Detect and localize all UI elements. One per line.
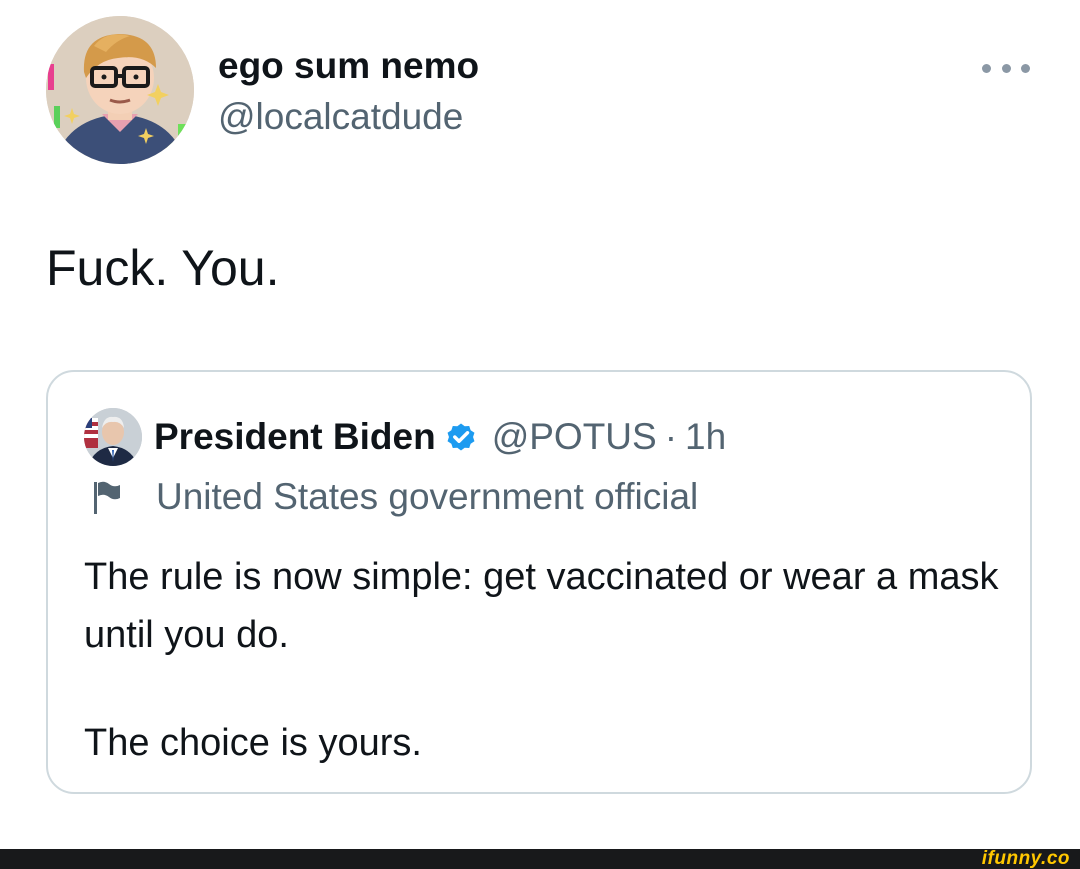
government-label-text: United States government official — [156, 476, 699, 517]
more-options-icon[interactable] — [982, 56, 1030, 80]
quoted-tweet-paragraph-1: The rule is now simple: get vaccinated o… — [84, 556, 999, 656]
quoted-tweet-paragraph-2: The choice is yours. — [84, 722, 422, 764]
tweet-text: Fuck. You. — [46, 240, 280, 296]
author-handle[interactable]: @localcatdude — [218, 92, 479, 142]
verified-badge-icon — [447, 423, 475, 451]
quoted-tweet-body: The rule is now simple: get vaccinated o… — [84, 548, 1004, 772]
quoted-author-handle[interactable]: @POTUS — [492, 413, 657, 461]
ifunny-logo: ifunny.co — [981, 848, 1070, 869]
cartoon-avatar-icon — [46, 16, 194, 164]
more-dot — [1021, 63, 1030, 73]
quoted-tweet-header: President Biden @POTUS · 1h — [84, 408, 726, 466]
flag-icon — [94, 481, 120, 514]
author-display-name[interactable]: ego sum nemo — [218, 42, 479, 90]
author-avatar[interactable] — [46, 16, 194, 164]
more-dot — [1001, 63, 1011, 73]
tweet-header: ego sum nemo @localcatdude — [46, 16, 1036, 166]
quoted-author-avatar[interactable] — [84, 408, 142, 466]
more-dot — [982, 63, 991, 73]
separator-dot: · — [664, 416, 678, 457]
quoted-author-display-name[interactable]: President Biden — [154, 413, 436, 461]
government-label[interactable]: United States government official — [92, 472, 698, 522]
quoted-tweet-card[interactable]: President Biden @POTUS · 1h United State… — [46, 370, 1032, 794]
author-names: ego sum nemo @localcatdude — [218, 42, 479, 142]
quoted-tweet-timestamp[interactable]: 1h — [685, 413, 726, 461]
watermark-bar: ifunny.co — [0, 849, 1080, 869]
profile-photo-icon — [84, 408, 142, 466]
